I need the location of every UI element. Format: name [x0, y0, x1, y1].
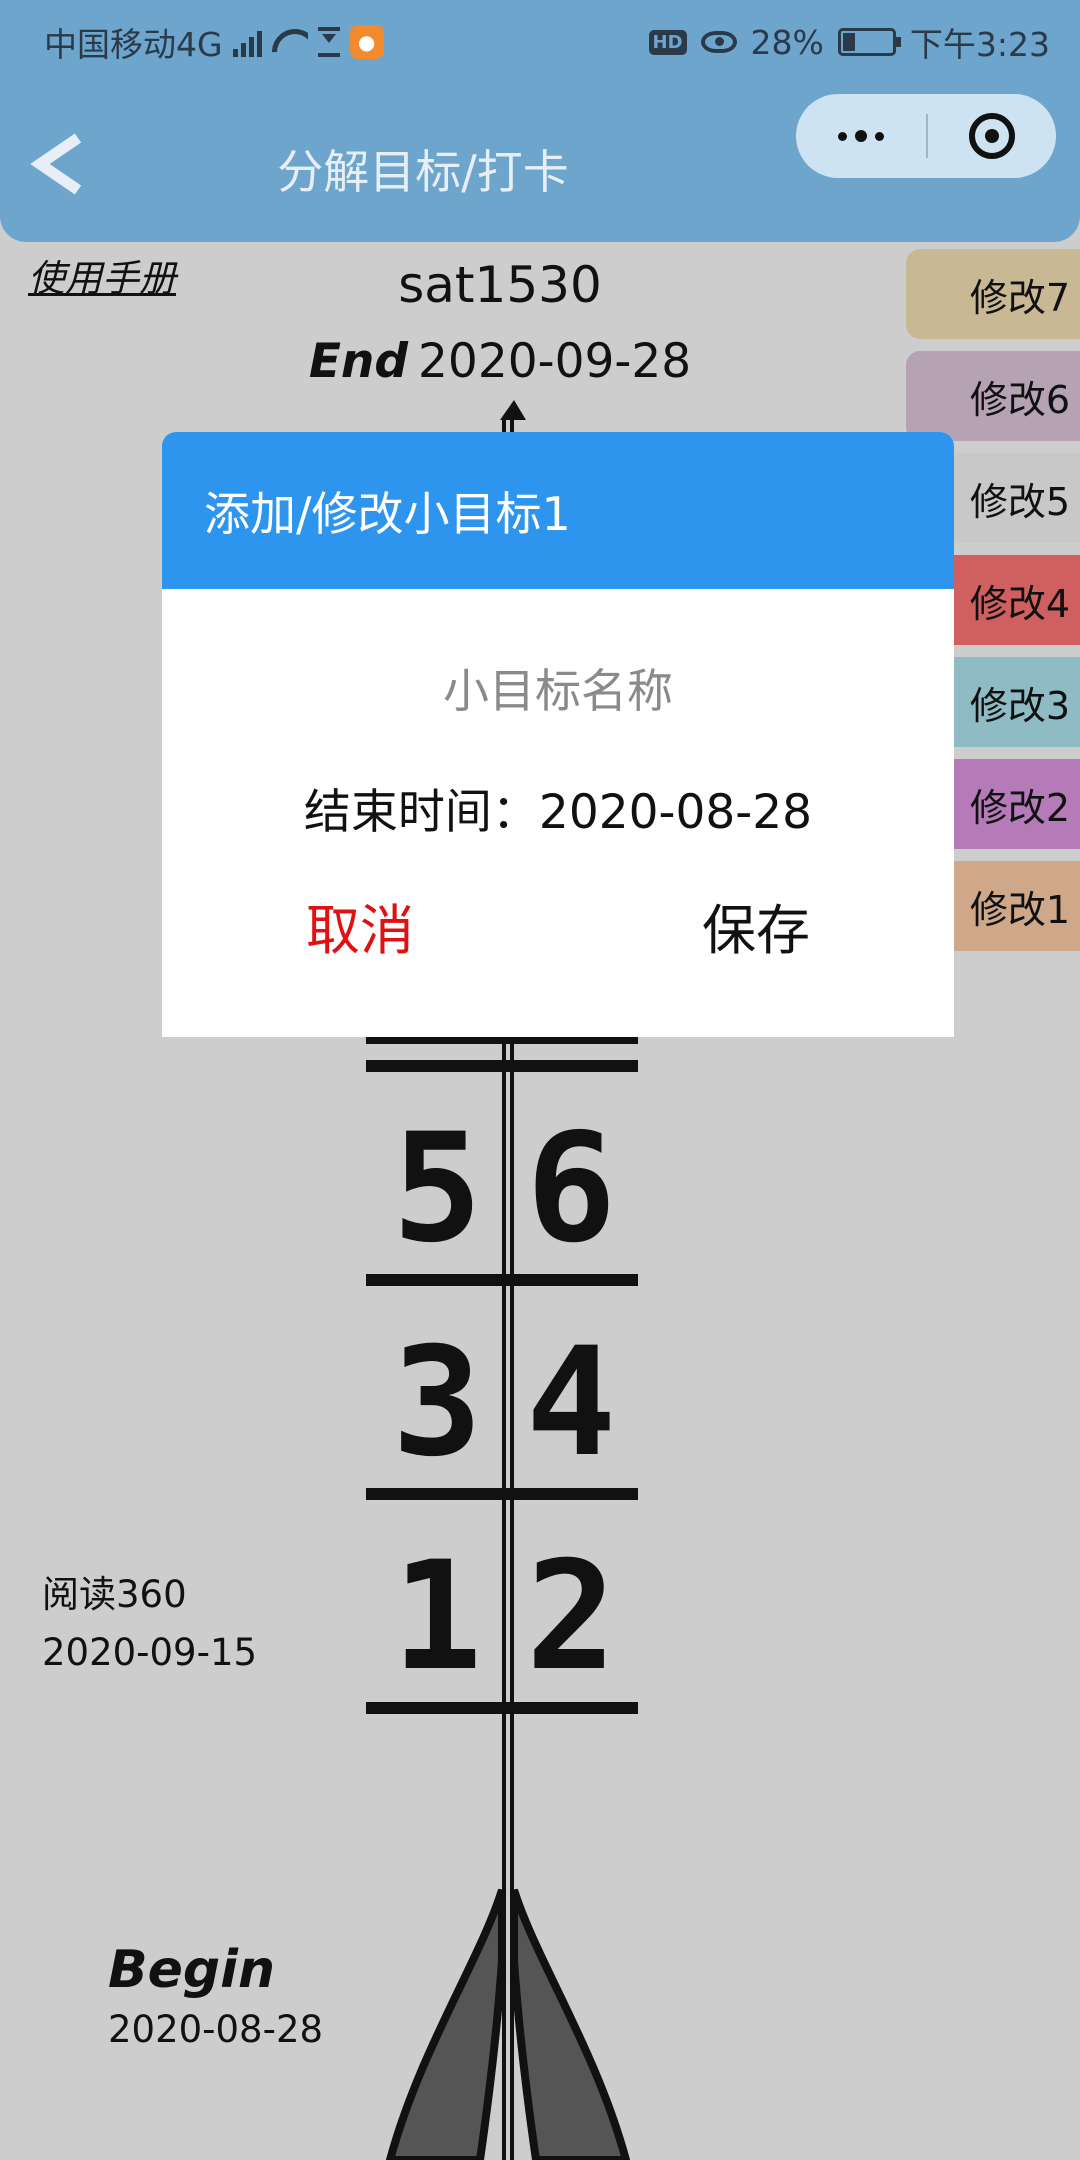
- status-bar: 中国移动4G ● HD 28% 下午3:23: [0, 0, 1080, 75]
- nav-title: 分解目标/打卡: [277, 145, 569, 199]
- ladder-rung: [366, 1060, 638, 1072]
- begin-label: Begin: [108, 1940, 275, 2000]
- edit-button-label: 修改1: [969, 887, 1070, 932]
- sub-goal-date: 2020-09-15: [42, 1631, 258, 1674]
- status-left: 中国移动4G ●: [44, 18, 384, 66]
- uc-browser-icon: ●: [349, 25, 384, 59]
- eye-icon: [700, 31, 737, 53]
- rung-number: 4: [526, 1316, 616, 1490]
- mini-program-capsule: [796, 94, 1056, 178]
- rung-number: 2: [526, 1530, 616, 1704]
- begin-marker: Begin 2020-08-28: [108, 1940, 323, 2051]
- clock: 下午3:23: [909, 25, 1050, 64]
- end-label: End: [308, 334, 409, 389]
- sub-goal-name: 阅读360: [42, 1573, 187, 1616]
- carrier-name: 中国移动4G: [44, 25, 223, 64]
- goal-name-input[interactable]: 小目标名称: [162, 655, 954, 721]
- end-time-picker[interactable]: 结束时间：2020-08-28: [162, 773, 954, 842]
- dialog-actions: 取消 保存: [162, 886, 954, 965]
- dialog-header: 添加/修改小目标1: [162, 432, 954, 589]
- top-bar: 中国移动4G ● HD 28% 下午3:23 分解目标/打卡: [0, 0, 1080, 242]
- edit-button-label: 修改3: [969, 683, 1070, 728]
- status-right: HD 28% 下午3:23: [648, 18, 1050, 66]
- edit-button-6[interactable]: 修改6: [906, 351, 1080, 441]
- hourglass-icon: [317, 27, 340, 57]
- edit-button-label: 修改2: [969, 785, 1070, 830]
- rung-number: 3: [392, 1316, 482, 1490]
- begin-date: 2020-08-28: [108, 2008, 324, 2051]
- arrow-fletching: [510, 1888, 631, 2160]
- rung-number: 6: [526, 1102, 616, 1276]
- signal-icon: [232, 27, 262, 57]
- arrow-fletching: [385, 1888, 506, 2160]
- sub-goal-marker[interactable]: 阅读360 2020-09-15: [42, 1566, 257, 1682]
- cancel-button[interactable]: 取消: [162, 886, 558, 965]
- battery-percent: 28%: [750, 22, 824, 62]
- wifi-icon: [272, 29, 308, 55]
- edit-button-label: 修改4: [969, 581, 1070, 626]
- rung-number: 1: [392, 1530, 482, 1704]
- hd-icon: HD: [648, 29, 687, 55]
- target-close-icon[interactable]: [928, 94, 1056, 178]
- battery-icon: [837, 28, 901, 56]
- end-date-line: End 2020-09-28: [0, 334, 1000, 389]
- goal-name: sat1530: [398, 256, 602, 314]
- dialog-title: 添加/修改小目标1: [204, 486, 571, 541]
- rung-number: 5: [392, 1102, 482, 1276]
- edit-button-label: 修改6: [969, 377, 1070, 422]
- more-dots-icon[interactable]: [796, 94, 926, 178]
- end-time-value: 2020-08-28: [538, 785, 813, 840]
- edit-button-label: 修改5: [969, 479, 1070, 524]
- edit-button-7[interactable]: 修改7: [906, 249, 1080, 339]
- edit-button-label: 修改7: [969, 275, 1070, 320]
- arrow-tip: [500, 400, 526, 420]
- end-time-label: 结束时间：: [303, 785, 539, 840]
- edit-goal-dialog: 添加/修改小目标1 小目标名称 结束时间：2020-08-28 取消 保存: [162, 432, 954, 1037]
- save-button[interactable]: 保存: [558, 886, 954, 965]
- end-date: 2020-09-28: [418, 334, 692, 389]
